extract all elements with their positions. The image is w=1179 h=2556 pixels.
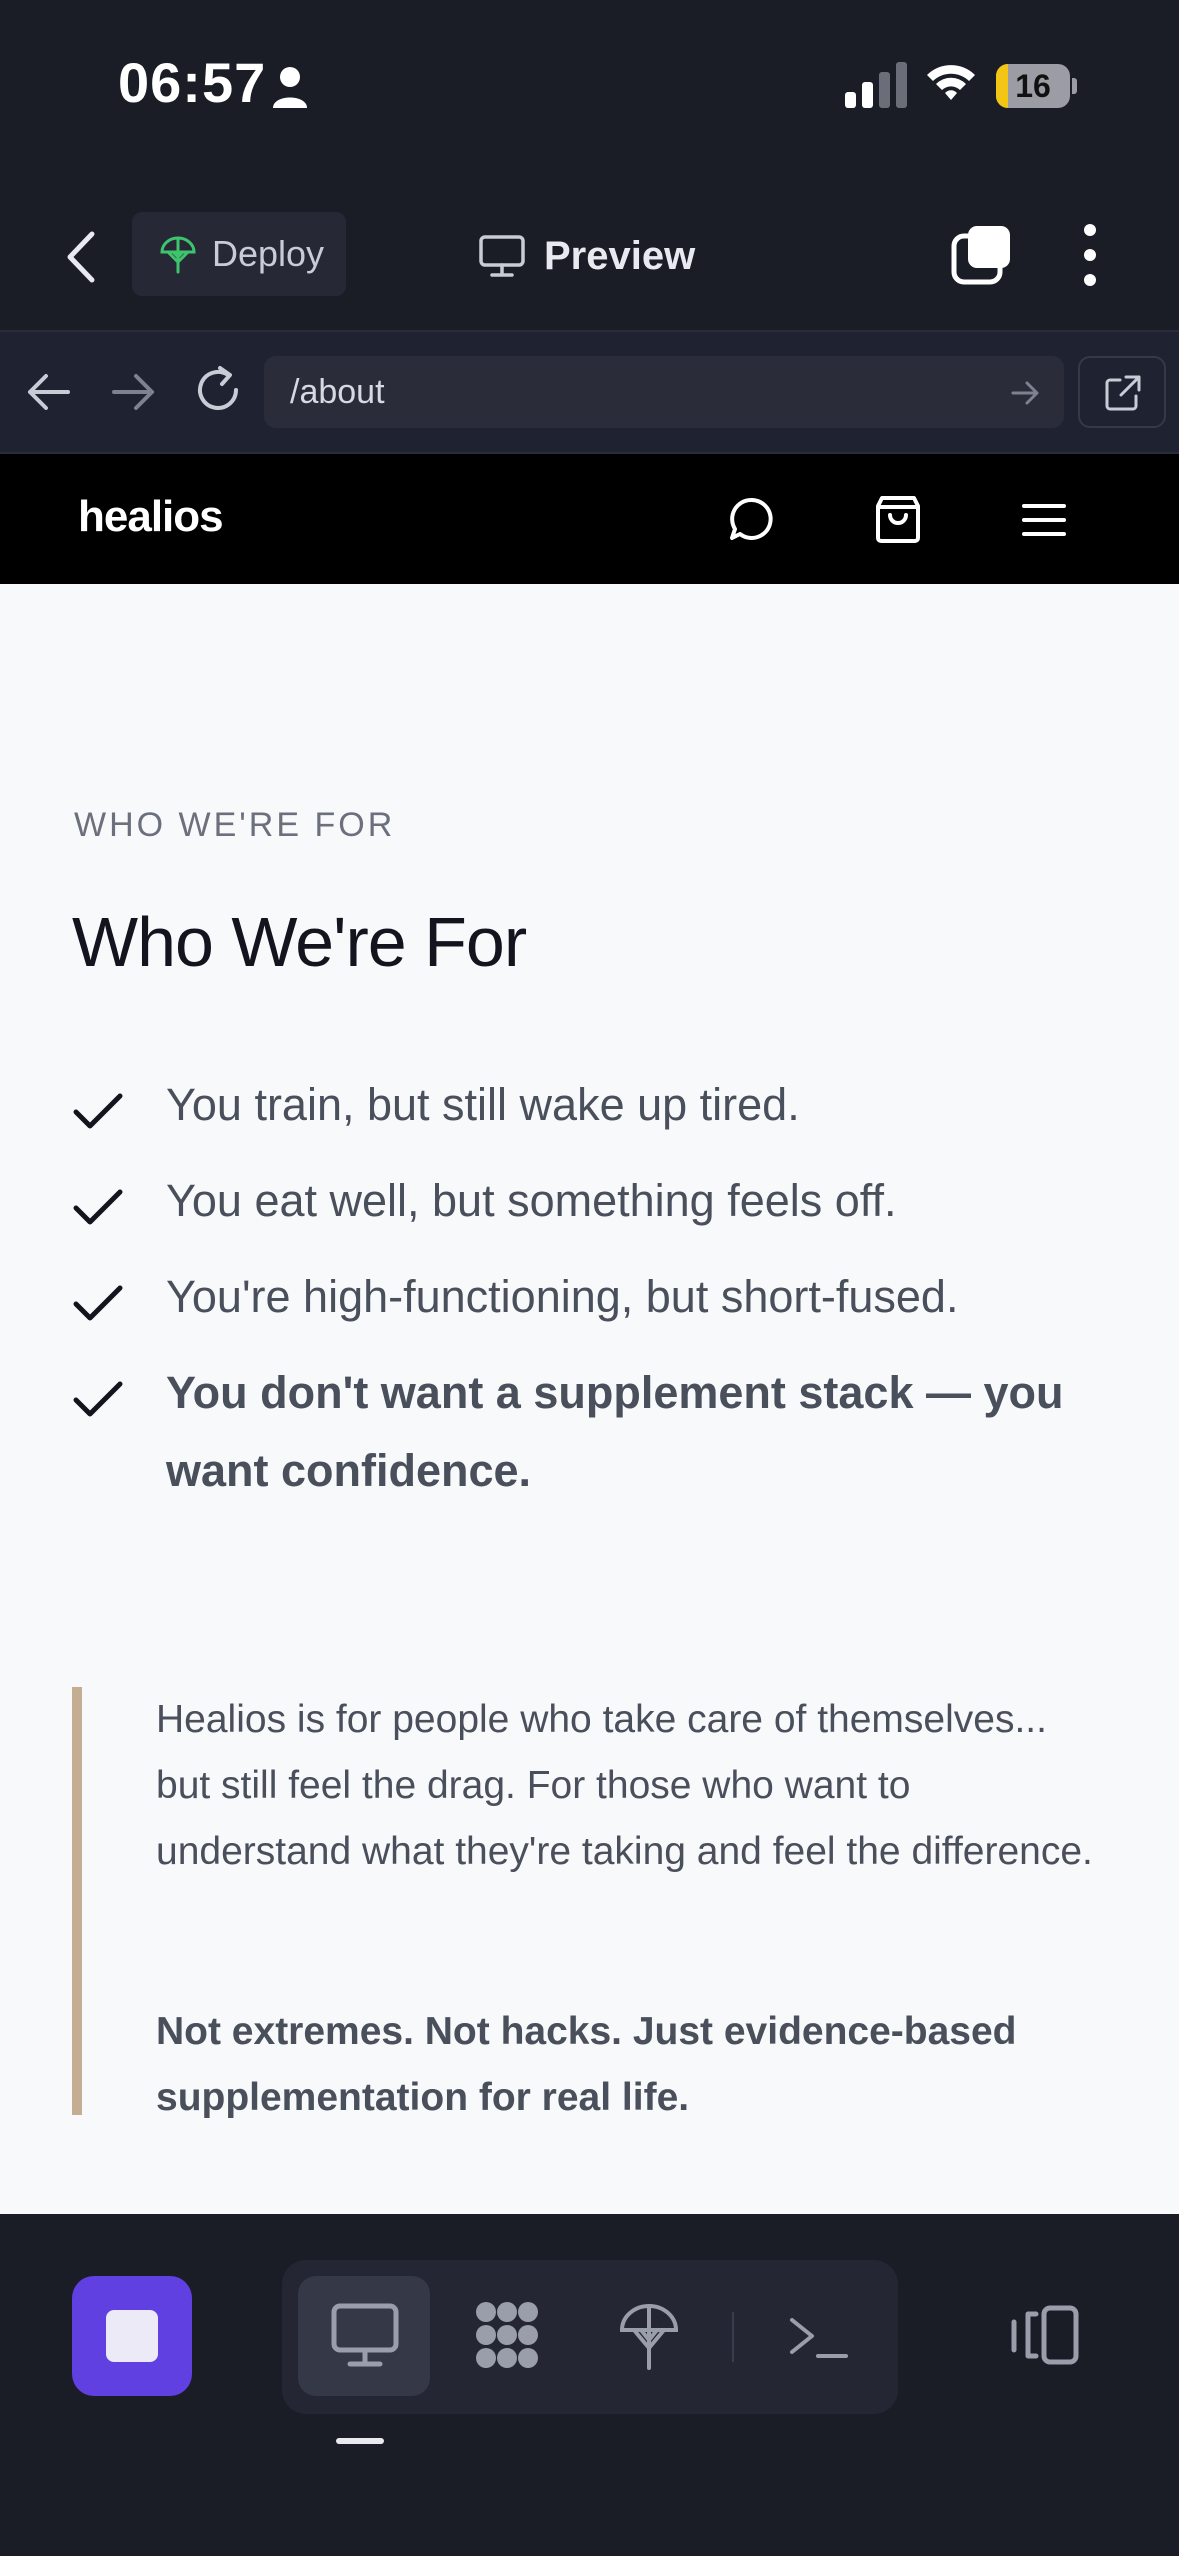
dock-tab-deploy[interactable] — [582, 2276, 714, 2396]
battery-icon: 16 — [996, 64, 1078, 108]
wifi-icon — [927, 65, 975, 100]
checklist-item: You're high-functioning, but short-fused… — [72, 1271, 1112, 1336]
quote-paragraph: Healios is for people who take care of t… — [156, 1698, 1093, 1873]
arrow-left-icon[interactable] — [24, 368, 74, 416]
bottom-dock — [0, 2214, 1179, 2556]
go-arrow-icon[interactable] — [1010, 380, 1040, 406]
dock-tab-apps[interactable] — [440, 2276, 572, 2396]
chat-icon[interactable] — [728, 496, 774, 542]
more-vertical-icon[interactable] — [1070, 222, 1110, 288]
reload-icon[interactable] — [192, 364, 244, 416]
external-link-icon — [1105, 375, 1141, 411]
stop-button[interactable] — [72, 2276, 192, 2396]
monitor-icon — [331, 2303, 399, 2367]
page-title: Who We're For — [72, 903, 527, 981]
blockquote: Healios is for people who take care of t… — [72, 1687, 1112, 2119]
tabs-icon[interactable] — [950, 224, 1012, 286]
section-eyebrow: WHO WE'RE FOR — [74, 806, 396, 844]
checklist-item: You train, but still wake up tired. — [72, 1079, 1112, 1144]
status-bar: 06:57 16 — [0, 0, 1179, 180]
dock-separator — [732, 2312, 734, 2362]
check-icon — [73, 1285, 123, 1321]
dock-tab-preview[interactable] — [298, 2276, 430, 2396]
url-input[interactable]: /about — [264, 356, 1064, 428]
monitor-icon — [479, 235, 525, 277]
checklist-item-text: You're high-functioning, but short-fused… — [166, 1271, 959, 1322]
signal-icon — [845, 62, 907, 108]
open-external-button[interactable] — [1078, 356, 1166, 428]
deploy-button[interactable]: Deploy — [132, 212, 346, 296]
person-icon — [273, 67, 307, 108]
page-content: WHO WE'RE FOR Who We're For You train, b… — [0, 584, 1179, 2214]
browser-url-bar: /about — [0, 332, 1179, 454]
checklist-item: You don't want a supplement stack — you … — [72, 1367, 1112, 1510]
dock-tab-terminal[interactable] — [750, 2276, 882, 2396]
check-icon — [73, 1381, 123, 1417]
app-toolbar: Deploy Preview — [0, 180, 1179, 332]
dock-tab-group — [282, 2260, 898, 2414]
site-logo[interactable]: healios — [78, 492, 224, 542]
checklist-item-text: You don't want a supplement stack — you … — [166, 1367, 1064, 1496]
checklist-item-text: You train, but still wake up tired. — [166, 1079, 800, 1130]
preview-label: Preview — [544, 233, 696, 278]
quote-paragraph-emphasis: Not extremes. Not hacks. Just evidence-b… — [156, 2010, 1017, 2119]
battery-level: 16 — [1015, 68, 1051, 104]
url-text: /about — [290, 373, 385, 411]
deploy-label: Deploy — [212, 233, 325, 274]
terminal-icon — [790, 2318, 848, 2358]
stop-icon — [106, 2310, 158, 2362]
site-header: healios — [0, 454, 1179, 584]
deploy-icon — [619, 2304, 679, 2370]
checklist-item: You eat well, but something feels off. — [72, 1175, 1112, 1240]
devices-icon[interactable] — [1010, 2304, 1080, 2366]
arrow-right-icon[interactable] — [108, 368, 158, 416]
shopping-bag-icon[interactable] — [874, 494, 922, 544]
deploy-icon — [160, 236, 196, 274]
menu-icon[interactable] — [1020, 500, 1068, 540]
status-time: 06:57 — [118, 51, 267, 114]
active-tab-indicator — [336, 2438, 384, 2444]
preview-tab[interactable]: Preview — [478, 226, 695, 286]
check-icon — [73, 1093, 123, 1129]
apps-icon — [476, 2302, 538, 2368]
check-icon — [73, 1189, 123, 1225]
checklist-item-text: You eat well, but something feels off. — [166, 1175, 897, 1226]
chevron-left-icon[interactable] — [60, 230, 106, 284]
checklist: You train, but still wake up tired. You … — [72, 1079, 1112, 1546]
